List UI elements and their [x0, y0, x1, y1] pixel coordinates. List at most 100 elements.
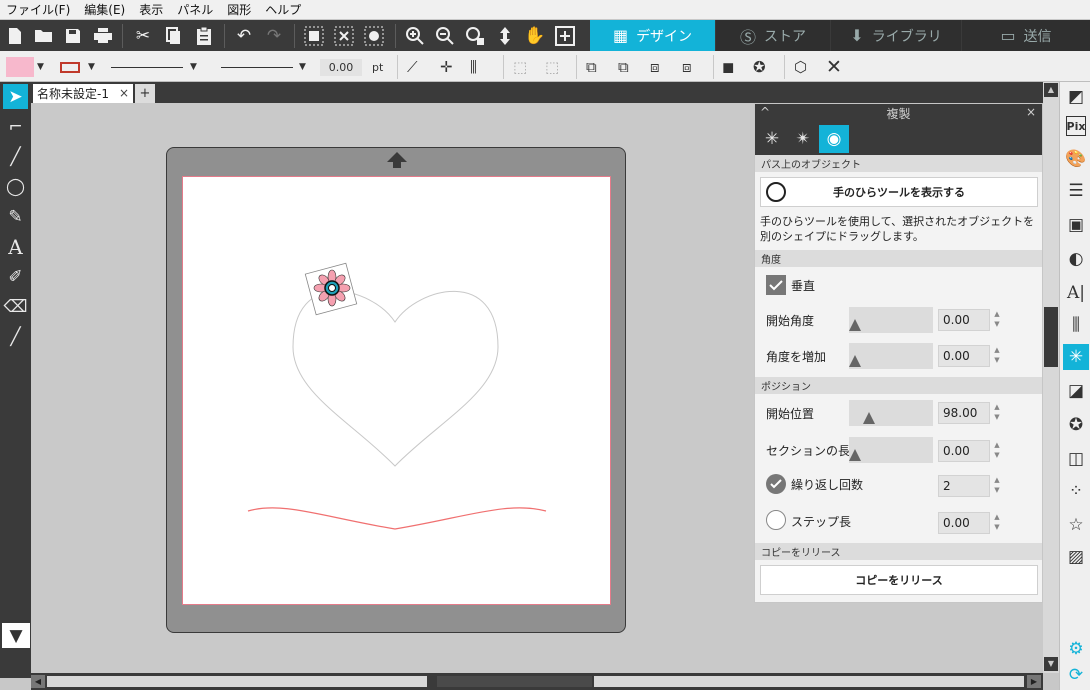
line-icon[interactable]: ╱: [3, 144, 28, 169]
show-hand-tool-button[interactable]: 手のひらツールを表示する: [760, 177, 1038, 207]
cut-area-page[interactable]: [182, 176, 611, 605]
menu-shape[interactable]: 図形: [227, 1, 251, 18]
vertical-scrollbar[interactable]: ▲ ▼: [1043, 82, 1059, 673]
panel-close-icon[interactable]: ×: [1026, 105, 1036, 119]
copy-icon[interactable]: [162, 24, 186, 48]
zoom-out-icon[interactable]: [433, 24, 457, 48]
section-length-spinner-icon[interactable]: ▲ ▼: [992, 440, 1002, 462]
menu-panel[interactable]: パネル: [177, 1, 213, 18]
increase-angle-spinner-icon[interactable]: ▲ ▼: [992, 345, 1002, 367]
send-backward-icon[interactable]: ⧈: [682, 56, 692, 78]
save-icon[interactable]: [61, 24, 85, 48]
move-arrows-icon[interactable]: [493, 24, 517, 48]
horizontal-scroll-thumb[interactable]: [437, 676, 592, 687]
palette-icon[interactable]: 🎨: [1063, 146, 1089, 172]
sync-icon[interactable]: ⟳: [1063, 662, 1089, 688]
menu-file[interactable]: ファイル(F): [6, 1, 70, 18]
replicate-tab-icon[interactable]: ✳: [757, 125, 787, 153]
text-icon[interactable]: A: [3, 234, 28, 259]
open-folder-icon[interactable]: [32, 24, 56, 48]
menu-view[interactable]: 表示: [139, 1, 163, 18]
release-copies-button[interactable]: コピーをリリース: [760, 565, 1038, 595]
menu-help[interactable]: ヘルプ: [265, 1, 301, 18]
start-angle-spinner-icon[interactable]: ▲ ▼: [992, 309, 1002, 331]
align-icon[interactable]: ⫼: [470, 56, 477, 78]
close-x-icon[interactable]: ✕: [826, 56, 842, 78]
pen-icon[interactable]: ╱: [3, 324, 28, 349]
collapse-chevron-icon[interactable]: ^: [760, 105, 770, 119]
cut-icon[interactable]: ✂: [131, 24, 155, 48]
line-style-preview[interactable]: [111, 67, 183, 68]
ungroup-icon[interactable]: ⬚: [545, 56, 559, 78]
increase-angle-input[interactable]: 0.00: [938, 345, 990, 367]
hand-pan-icon[interactable]: ✋: [523, 24, 547, 48]
vertical-checkbox[interactable]: [766, 275, 786, 295]
paste-icon[interactable]: [192, 24, 216, 48]
horizontal-scrollbar[interactable]: ◀ ▶: [31, 673, 1043, 690]
menu-edit[interactable]: 編集(E): [84, 1, 125, 18]
zoom-in-icon[interactable]: [403, 24, 427, 48]
3d-box-icon[interactable]: ⬡: [794, 56, 807, 78]
line-style-dropdown-icon[interactable]: ▼: [190, 56, 197, 78]
tab-design[interactable]: ▦ デザイン: [590, 20, 715, 51]
settings-gear-icon[interactable]: ⚙: [1063, 636, 1089, 662]
step-length-spinner-icon[interactable]: ▲ ▼: [992, 512, 1002, 534]
move-tool-icon[interactable]: ✛: [440, 56, 453, 78]
line-width-input[interactable]: 0.00: [320, 59, 362, 76]
flower-object[interactable]: [304, 262, 358, 316]
ellipse-icon[interactable]: ◯: [3, 174, 28, 199]
print-icon[interactable]: [91, 24, 115, 48]
start-position-spinner-icon[interactable]: ▲ ▼: [992, 402, 1002, 424]
horizontal-scroll-track[interactable]: [47, 676, 427, 687]
tab-store[interactable]: Ⓢ ストア: [716, 20, 830, 51]
line-type-dropdown-icon[interactable]: ▼: [299, 56, 306, 78]
scroll-left-arrow-icon[interactable]: ◀: [31, 675, 45, 688]
page-setup-icon[interactable]: ◩: [1063, 84, 1089, 110]
sketch-icon[interactable]: ⁘: [1063, 478, 1089, 504]
start-angle-input[interactable]: 0.00: [938, 309, 990, 331]
replicate-grid-tab-icon[interactable]: ✴: [788, 125, 818, 153]
fill-dropdown-icon[interactable]: ▼: [37, 56, 44, 78]
step-length-radio[interactable]: [766, 510, 786, 530]
step-length-input[interactable]: 0.00: [938, 512, 990, 534]
pixscan-icon[interactable]: Pix: [1066, 116, 1086, 136]
start-position-slider[interactable]: [849, 400, 933, 426]
knife-icon[interactable]: ✐: [3, 264, 28, 289]
redo-icon[interactable]: ↷: [262, 24, 286, 48]
fill-shape-icon[interactable]: ◼: [722, 56, 734, 78]
tab-library[interactable]: ⬇ ライブラリ: [831, 20, 961, 51]
add-tab-button[interactable]: +: [135, 84, 155, 103]
horizontal-scroll-track[interactable]: [594, 676, 1024, 687]
select-all-icon[interactable]: [302, 24, 326, 48]
library-folder-icon[interactable]: ▼: [2, 623, 30, 648]
transparency-icon[interactable]: ◐: [1063, 246, 1089, 272]
repeat-count-radio[interactable]: [766, 474, 786, 494]
eraser-icon[interactable]: ⌫: [3, 294, 28, 319]
star-shape-icon[interactable]: ☆: [1063, 512, 1089, 538]
select-by-color-icon[interactable]: [362, 24, 386, 48]
line-type-preview[interactable]: [221, 67, 293, 68]
line-tool-icon[interactable]: ⟋: [407, 56, 418, 78]
section-length-slider[interactable]: [849, 437, 933, 463]
canvas-shapes[interactable]: [183, 177, 612, 606]
close-tab-icon[interactable]: ×: [119, 86, 129, 100]
text-style-icon[interactable]: A|: [1063, 280, 1089, 306]
offset-icon[interactable]: ✪: [1063, 412, 1089, 438]
edit-points-icon[interactable]: ⌐: [3, 114, 28, 139]
stroke-dropdown-icon[interactable]: ▼: [88, 56, 95, 78]
trace-icon[interactable]: ◫: [1063, 446, 1089, 472]
select-arrow-icon[interactable]: ➤: [3, 84, 28, 109]
section-length-input[interactable]: 0.00: [938, 440, 990, 462]
object-on-path-tab-icon[interactable]: ◉: [819, 125, 849, 153]
align-panel-icon[interactable]: ⫼: [1063, 312, 1089, 338]
undo-icon[interactable]: ↶: [232, 24, 256, 48]
fill-pattern-icon[interactable]: ▣: [1063, 212, 1089, 238]
deselect-icon[interactable]: [332, 24, 356, 48]
fill-color-swatch[interactable]: [6, 57, 34, 77]
repeat-count-input[interactable]: 2: [938, 475, 990, 497]
tab-send[interactable]: ▭ 送信: [962, 20, 1090, 51]
send-back-icon[interactable]: ⧉: [618, 56, 629, 78]
draw-curve-icon[interactable]: ✎: [3, 204, 28, 229]
bring-front-icon[interactable]: ⧉: [586, 56, 597, 78]
vertical-scroll-thumb[interactable]: [1044, 307, 1058, 367]
